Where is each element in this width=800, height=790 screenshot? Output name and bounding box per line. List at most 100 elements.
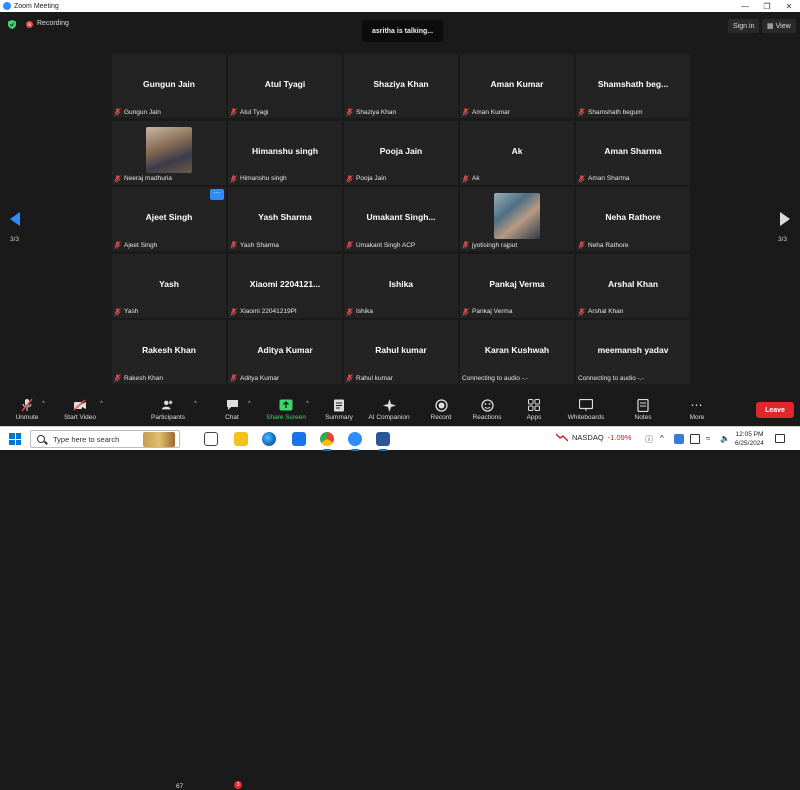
volume-icon[interactable]: 🔈: [720, 434, 730, 444]
participant-name: Ak: [472, 175, 480, 182]
participant-tile[interactable]: Yash Sharma Yash Sharma: [228, 187, 342, 251]
apps-button[interactable]: Apps: [522, 384, 546, 426]
participant-tile[interactable]: Yash Yash: [112, 253, 226, 318]
participant-name: Connecting to audio -.-: [578, 375, 644, 382]
minimize-icon[interactable]: —: [734, 2, 756, 11]
ai-companion-button[interactable]: AI Companion: [364, 384, 414, 426]
participant-tile[interactable]: Aditya Kumar Aditya Kumar: [228, 320, 342, 384]
store-icon[interactable]: [292, 432, 306, 446]
video-options-chevron-icon[interactable]: ^: [100, 401, 103, 407]
participant-tile[interactable]: Pankaj Verma Pankaj Verma: [460, 253, 574, 318]
participant-grid: Gungun Jain Gungun Jain Atul Tyagi Atul Tya…: [112, 54, 690, 384]
view-button-label: View: [775, 22, 791, 30]
participant-tile[interactable]: jyotisingh rajput: [460, 187, 574, 251]
participant-tile[interactable]: Shaziya Khan Shaziya Khan: [344, 54, 458, 118]
participants-button[interactable]: Participants: [148, 384, 188, 426]
windows-start-icon[interactable]: [9, 433, 21, 445]
participant-name: jyotisingh rajput: [472, 241, 518, 249]
participant-tile[interactable]: Ak Ak: [460, 120, 574, 185]
sign-in-button[interactable]: Sign in: [728, 19, 760, 33]
participant-name-label: Ajeet Singh: [114, 241, 157, 249]
participant-tile[interactable]: Umakant Singh... Umakant Singh ACP: [344, 187, 458, 251]
unmute-label: Unmute: [15, 414, 39, 421]
show-hidden-icons-chevron-icon[interactable]: ^: [660, 434, 670, 444]
leave-button[interactable]: Leave: [756, 402, 794, 418]
audio-options-chevron-icon[interactable]: ^: [42, 401, 45, 407]
recording-icon: [26, 21, 33, 28]
tile-more-options-button[interactable]: ···: [210, 189, 224, 200]
start-video-button[interactable]: Start Video: [60, 384, 100, 426]
more-button[interactable]: ⋯ More: [684, 384, 710, 426]
participant-tile[interactable]: Ishika Ishika: [344, 253, 458, 318]
participant-name-label: Aditya Kumar: [230, 374, 279, 382]
participant-name-label: Gungun Jain: [114, 108, 161, 116]
chat-button[interactable]: Chat: [220, 384, 244, 426]
word-icon[interactable]: [376, 432, 390, 451]
participant-name-label: Umakant Singh ACP: [346, 241, 415, 249]
taskbar-search-box[interactable]: Type here to search: [30, 430, 180, 448]
participant-tile[interactable]: Rahul kumar Rahul kumar: [344, 320, 458, 384]
participant-tile[interactable]: Gungun Jain Gungun Jain: [112, 54, 226, 118]
stock-widget[interactable]: NASDAQ -1.09%: [556, 433, 631, 442]
participant-tile[interactable]: Arshal Khan Arshal Khan: [576, 253, 690, 318]
participant-name: Pooja Jain: [356, 175, 387, 182]
participant-name: Rakesh Khan: [124, 374, 164, 382]
view-button[interactable]: ▦ View: [762, 19, 796, 33]
participant-tile[interactable]: meemansh yadav Connecting to audio -.-: [576, 320, 690, 384]
participant-tile[interactable]: Karan Kushwah Connecting to audio -.-: [460, 320, 574, 384]
participant-tile[interactable]: Pooja Jain Pooja Jain: [344, 120, 458, 185]
previous-page-arrow-icon[interactable]: [10, 212, 20, 226]
participant-display-name: Yash: [159, 278, 179, 289]
share-options-chevron-icon[interactable]: ^: [306, 401, 309, 407]
participant-tile[interactable]: Neeraj madhuria: [112, 120, 226, 185]
taskbar-clock[interactable]: 12:05 PM 6/25/2024: [735, 430, 764, 448]
participant-tile[interactable]: Xiaomi 2204121... Xiaomi 22041219PI: [228, 253, 342, 318]
participants-options-chevron-icon[interactable]: ^: [194, 401, 197, 407]
battery-icon[interactable]: [690, 434, 700, 444]
participant-tile[interactable]: Rakesh Khan Rakesh Khan: [112, 320, 226, 384]
participant-tile[interactable]: Aman Kumar Aman Kumar: [460, 54, 574, 118]
next-page-arrow-icon[interactable]: [780, 212, 790, 226]
close-icon[interactable]: ✕: [778, 2, 800, 11]
wifi-icon[interactable]: ≈: [706, 434, 716, 444]
reactions-button[interactable]: Reactions: [470, 384, 504, 426]
microphone-muted-icon: [346, 174, 353, 183]
record-button[interactable]: Record: [426, 384, 456, 426]
stock-down-icon: [556, 433, 568, 442]
maximize-icon[interactable]: ❐: [756, 2, 778, 11]
participant-tile[interactable]: Himanshu singh Himanshu singh: [228, 120, 342, 185]
participant-name: Rahul kumar: [356, 374, 393, 382]
participant-tile[interactable]: Shamshath beg... Shamshath begum: [576, 54, 690, 118]
notifications-icon[interactable]: [775, 434, 785, 443]
notes-button[interactable]: Notes: [630, 384, 656, 426]
chat-options-chevron-icon[interactable]: ^: [248, 401, 251, 407]
microphone-muted-icon: [462, 174, 469, 183]
participant-display-name: meemansh yadav: [597, 345, 669, 355]
participant-name-label: Atul Tyagi: [230, 108, 268, 116]
whiteboard-icon: [579, 398, 593, 412]
window-title-bar: Zoom Meeting — ❐ ✕: [0, 0, 800, 12]
zoom-taskbar-icon[interactable]: [348, 432, 362, 451]
shield-icon[interactable]: [8, 20, 16, 29]
whiteboards-button[interactable]: Whiteboards: [566, 384, 606, 426]
file-explorer-icon[interactable]: [234, 432, 248, 446]
participant-name-label: Connecting to audio -.-: [578, 375, 644, 382]
participant-name: Pankaj Verma: [472, 308, 513, 315]
help-icon[interactable]: ⓘ: [645, 434, 655, 444]
tray-app-icon[interactable]: [674, 434, 684, 444]
participant-tile[interactable]: Ajeet Singh ··· Ajeet Singh: [112, 187, 226, 251]
summary-button[interactable]: Summary: [320, 384, 358, 426]
chrome-icon[interactable]: [320, 432, 334, 451]
participant-name-label: Arshal Khan: [578, 307, 623, 316]
share-screen-button[interactable]: Share Screen: [264, 384, 308, 426]
participant-video-thumbnail: [494, 193, 540, 239]
participant-display-name: Arshal Khan: [607, 278, 659, 289]
participant-display-name: Gungun Jain: [143, 79, 195, 89]
participant-tile[interactable]: Neha Rathore Neha Rathore: [576, 187, 690, 251]
participant-tile[interactable]: Aman Sharma Aman Sharma: [576, 120, 690, 185]
task-view-icon[interactable]: [204, 432, 218, 446]
participant-tile[interactable]: Atul Tyagi Atul Tyagi: [228, 54, 342, 118]
unmute-button[interactable]: Unmute: [12, 384, 42, 426]
recording-label[interactable]: Recording: [37, 20, 69, 27]
edge-browser-icon[interactable]: [262, 432, 276, 446]
